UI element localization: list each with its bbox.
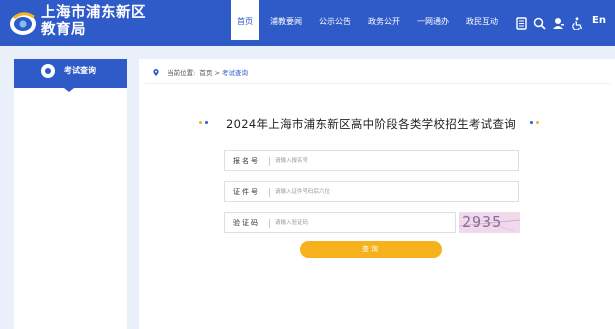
nav-home[interactable]: 首页 <box>231 0 259 40</box>
search-icon[interactable] <box>533 17 546 30</box>
site-header: 上海市浦东新区 教育局 首页 浦教要闻 公示公告 政务公开 一网通办 政民互动 … <box>0 0 615 46</box>
breadcrumb-separator: > <box>214 69 220 77</box>
registration-number-field: 报名号 <box>224 150 519 171</box>
nav-news[interactable]: 浦教要闻 <box>266 0 306 40</box>
breadcrumb: 当前位置: 首页 > 考试查询 <box>153 67 248 77</box>
language-switch[interactable]: En <box>592 15 606 26</box>
nav-announcements[interactable]: 公示公告 <box>315 0 355 40</box>
field-separator <box>269 188 270 197</box>
accessibility-icon[interactable] <box>571 17 584 30</box>
captcha-label: 验证码 <box>233 219 260 227</box>
site-title-line2: 教育局 <box>41 22 86 38</box>
site-title[interactable]: 上海市浦东新区 教育局 <box>41 5 146 39</box>
nav-interaction[interactable]: 政民互动 <box>462 0 502 40</box>
search-button[interactable]: 查询 <box>300 241 442 258</box>
id-number-field: 证件号 <box>224 181 519 202</box>
field-separator <box>269 157 270 166</box>
divider <box>145 83 611 84</box>
registration-number-input[interactable] <box>275 154 510 168</box>
breadcrumb-current: 考试查询 <box>222 69 249 77</box>
id-number-label: 证件号 <box>233 188 260 196</box>
page-title: 2024年上海市浦东新区高中阶段各类学校招生考试查询 <box>226 117 517 131</box>
title-decoration-right <box>530 121 542 125</box>
document-icon[interactable] <box>515 17 528 30</box>
main-panel: 当前位置: 首页 > 考试查询 2024年上海市浦东新区高中阶段各类学校招生考试… <box>139 59 615 329</box>
field-separator <box>269 219 270 228</box>
captcha-image[interactable]: 2935 <box>459 212 520 233</box>
sidebar-heading[interactable]: 考试查询 <box>14 59 127 84</box>
location-pin-icon <box>153 69 159 76</box>
sidebar-active-indicator <box>14 84 127 92</box>
site-title-line1: 上海市浦东新区 <box>41 5 146 21</box>
sidebar: 考试查询 <box>14 59 127 329</box>
id-number-input[interactable] <box>275 185 510 199</box>
captcha-input[interactable] <box>275 216 445 230</box>
nav-government-affairs[interactable]: 政务公开 <box>364 0 404 40</box>
captcha-code: 2935 <box>462 213 503 231</box>
sidebar-heading-label: 考试查询 <box>64 66 96 75</box>
nav-online-services[interactable]: 一网通办 <box>413 0 453 40</box>
user-icon[interactable] <box>552 17 565 30</box>
captcha-field: 验证码 <box>224 212 456 233</box>
circle-icon <box>41 64 55 78</box>
registration-number-label: 报名号 <box>233 157 260 165</box>
breadcrumb-prefix: 当前位置: <box>167 69 196 77</box>
logo-icon[interactable] <box>8 8 38 38</box>
breadcrumb-home[interactable]: 首页 <box>199 69 212 77</box>
title-decoration-left <box>199 121 211 125</box>
